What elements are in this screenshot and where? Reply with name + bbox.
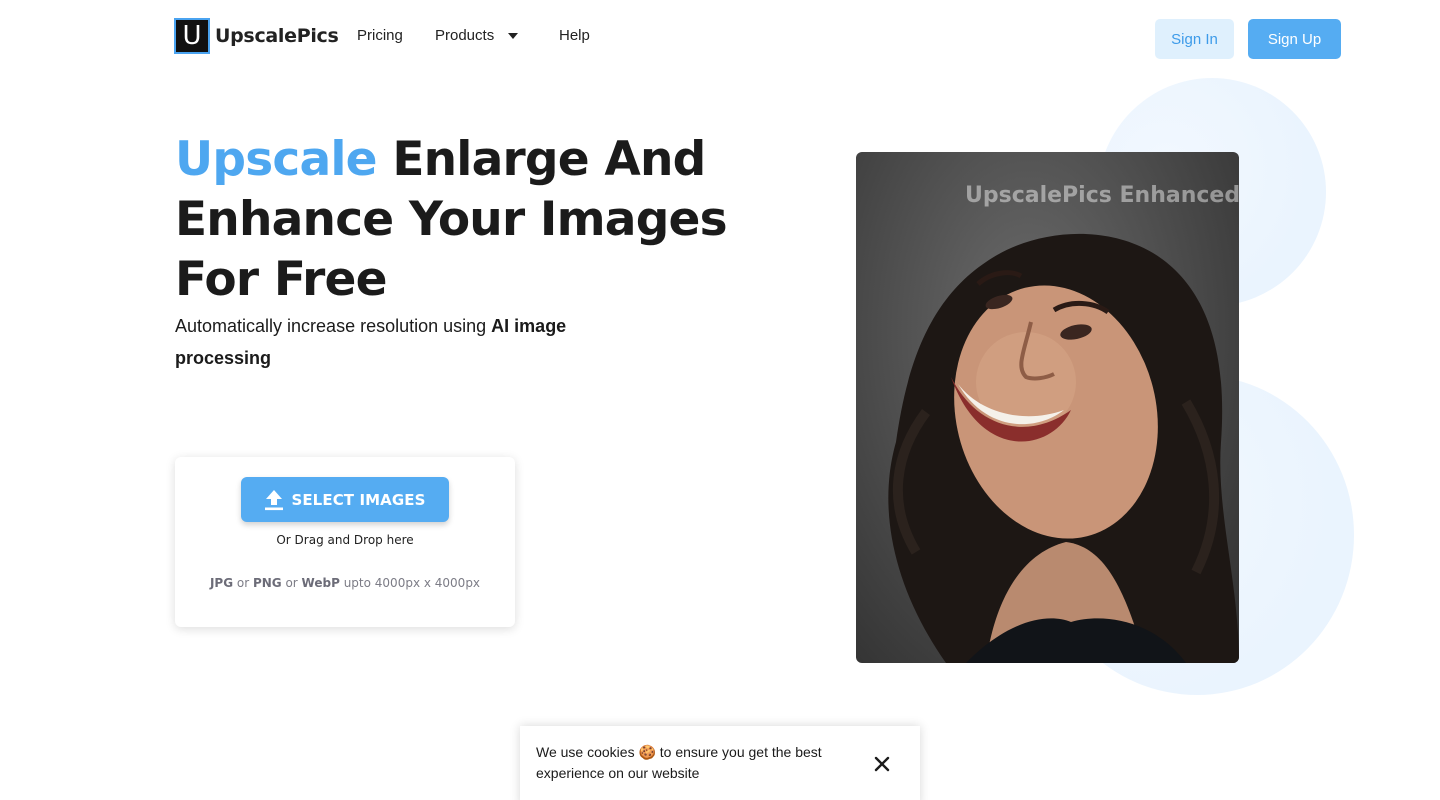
preview-watermark: UpscalePics Enhanced — [965, 183, 1239, 208]
size-limit: upto 4000px x 4000px — [339, 576, 481, 590]
logo-letter: U — [182, 21, 202, 51]
logo-name: UpscalePics — [215, 25, 339, 47]
nav-products[interactable]: Products — [435, 26, 519, 46]
portrait-illustration — [888, 233, 1239, 663]
cookie-banner: We use cookies 🍪 to ensure you get the b… — [520, 726, 920, 800]
hero-subtitle: Automatically increase resolution using … — [175, 310, 645, 374]
select-images-label: SELECT IMAGES — [291, 490, 426, 509]
enhanced-preview-image: UpscalePics Enhanced — [856, 152, 1239, 663]
format-webp: WebP — [301, 576, 340, 590]
upload-card[interactable]: SELECT IMAGES Or Drag and Drop here JPG … — [175, 457, 515, 627]
cookie-message: We use cookies 🍪 to ensure you get the b… — [536, 744, 822, 781]
logo[interactable]: U UpscalePics — [174, 18, 339, 54]
logo-mark: U — [174, 18, 210, 54]
caret-down-icon — [508, 33, 519, 39]
nav-pricing[interactable]: Pricing — [357, 26, 403, 46]
cookie-close-button[interactable] — [871, 753, 893, 775]
close-icon — [874, 756, 890, 772]
site-header: U UpscalePics Pricing Products Help Sign… — [0, 0, 1440, 78]
hero-subtitle-text: Automatically increase resolution using — [175, 316, 492, 336]
sign-up-button[interactable]: Sign Up — [1248, 19, 1341, 59]
drag-drop-hint: Or Drag and Drop here — [276, 533, 414, 547]
nav-help[interactable]: Help — [559, 26, 590, 46]
supported-formats: JPG or PNG or WebP upto 4000px x 4000px — [175, 576, 515, 590]
format-separator: or — [233, 576, 253, 590]
hero-title-accent: Upscale — [175, 132, 378, 187]
format-png: PNG — [252, 576, 282, 590]
format-separator: or — [281, 576, 302, 590]
hero-title: Upscale Enlarge And Enhance Your Images … — [175, 130, 735, 310]
format-jpg: JPG — [209, 576, 234, 590]
nav-products-label: Products — [435, 27, 495, 44]
select-images-button[interactable]: SELECT IMAGES — [241, 477, 449, 522]
upload-icon — [265, 489, 284, 510]
sign-in-button[interactable]: Sign In — [1155, 19, 1234, 59]
